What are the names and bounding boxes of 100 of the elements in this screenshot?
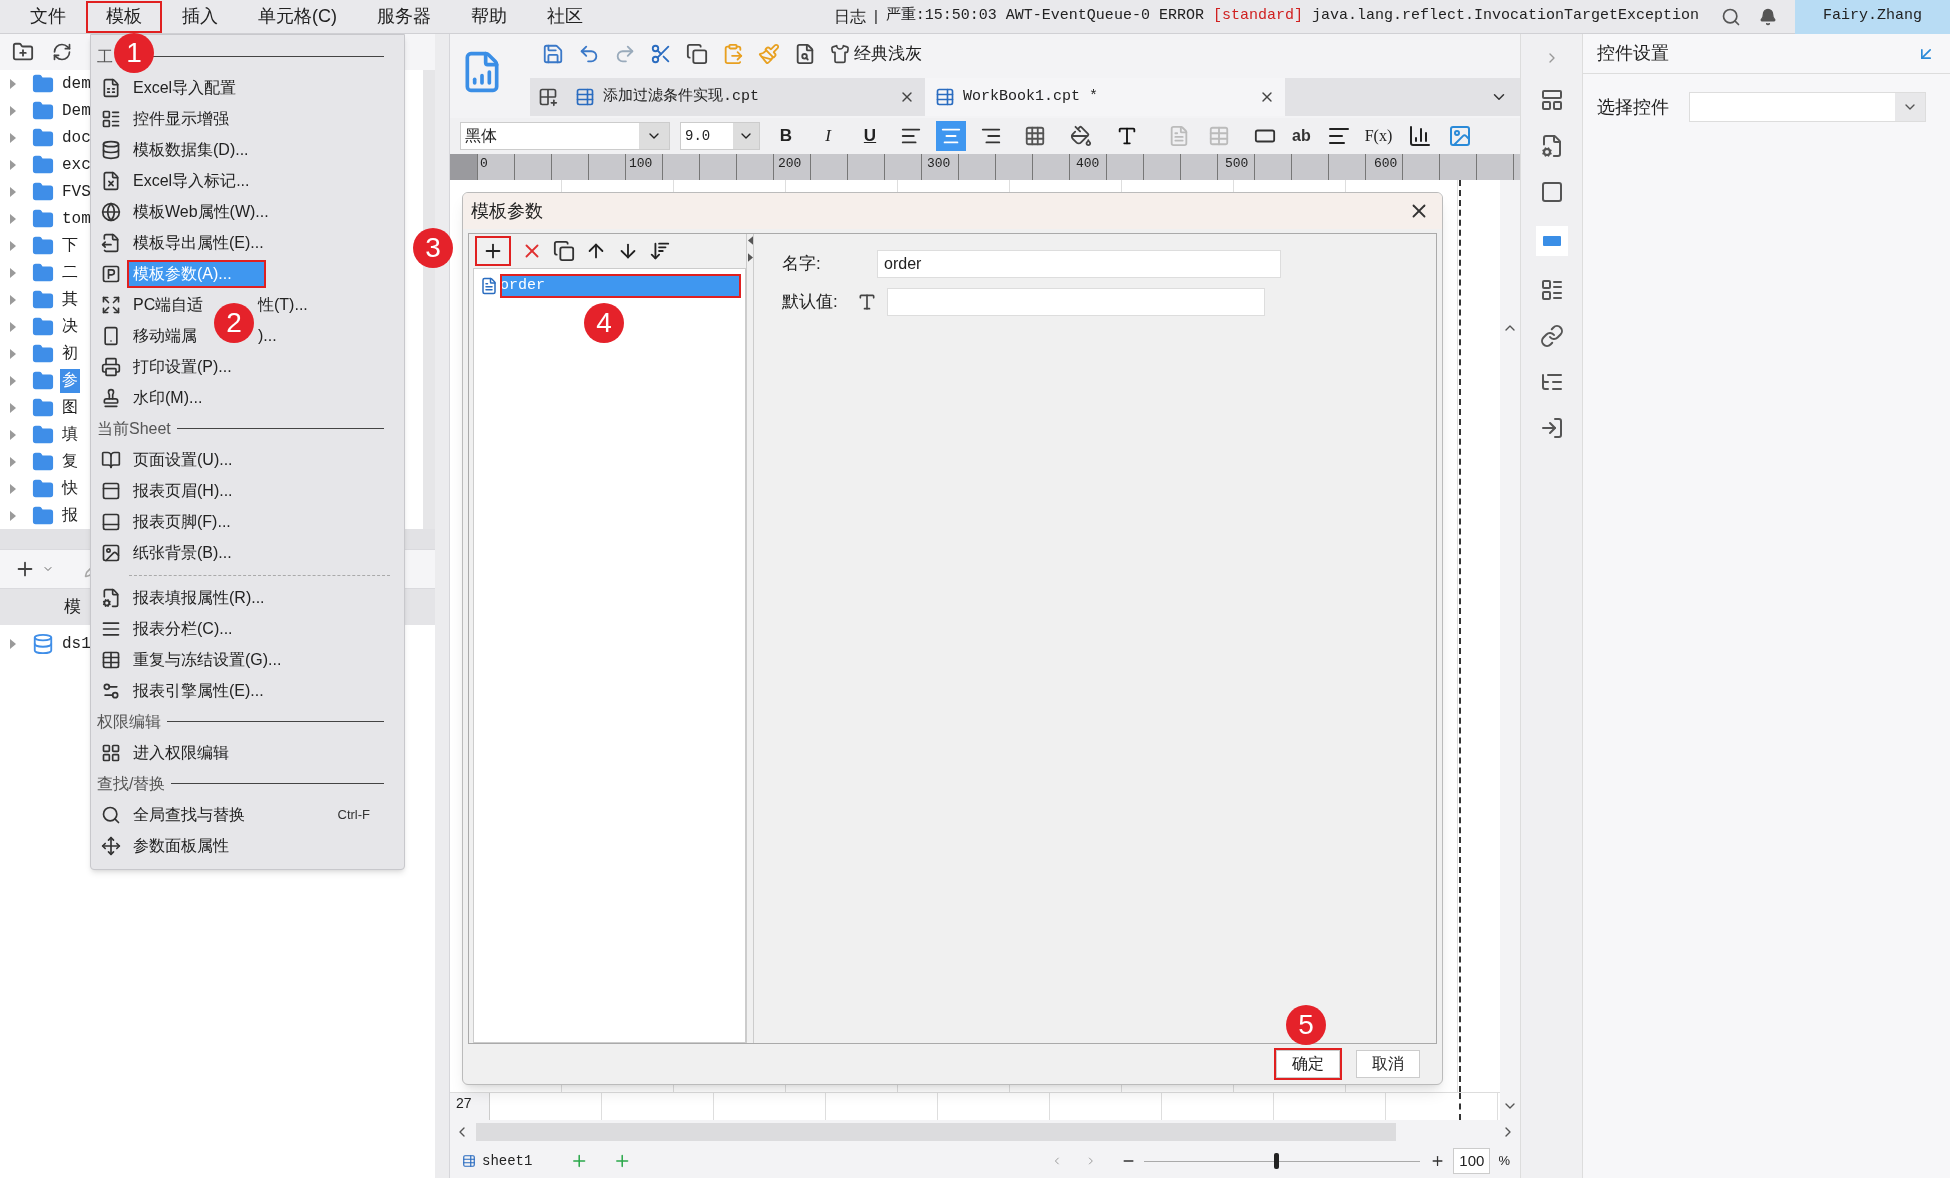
menu-item[interactable]: 重复与冻结设置(G)... xyxy=(129,647,286,672)
tree-item[interactable]: 下 xyxy=(60,233,80,258)
menu-item[interactable]: 进入权限编辑 xyxy=(129,740,233,765)
preview-icon[interactable] xyxy=(794,43,816,65)
menu-item[interactable]: 报表填报属性(R)... xyxy=(129,585,269,610)
size-select[interactable]: 9.0 xyxy=(680,122,760,150)
menu-item[interactable]: 插入 xyxy=(162,0,238,33)
tree-item[interactable]: 填 xyxy=(60,422,80,447)
menu-item[interactable]: 报表分栏(C)... xyxy=(129,616,237,641)
cut-icon[interactable] xyxy=(650,43,672,65)
expand-arrow-icon[interactable] xyxy=(10,105,16,116)
menu-item[interactable]: 模板 xyxy=(86,0,162,33)
expand-arrow-icon[interactable] xyxy=(10,639,16,649)
menu-item[interactable]: 全局查找与替换 xyxy=(129,802,249,827)
theme-button[interactable]: 经典浅灰 xyxy=(830,41,922,67)
tree-item[interactable]: FVS xyxy=(60,179,93,204)
menu-item[interactable]: 模板数据集(D)... xyxy=(129,137,253,162)
layout-icon[interactable] xyxy=(1539,88,1564,112)
expand-arrow-icon[interactable] xyxy=(10,456,16,467)
add-button[interactable] xyxy=(475,236,511,266)
expand-arrow-icon[interactable] xyxy=(10,510,16,521)
copy-icon[interactable] xyxy=(553,240,575,262)
expand-arrow-icon[interactable] xyxy=(10,294,16,305)
image-icon[interactable] xyxy=(1448,124,1473,148)
tree-item[interactable]: 快 xyxy=(60,476,80,501)
expand-arrow-icon[interactable] xyxy=(10,267,16,278)
menu-item[interactable]: PC端自适 xyxy=(129,292,208,317)
link-icon[interactable] xyxy=(1539,324,1564,348)
menu-item[interactable]: 报表引擎属性(E)... xyxy=(129,678,268,703)
text-type-icon[interactable] xyxy=(857,292,877,312)
file-settings-icon[interactable] xyxy=(1539,134,1564,158)
tree-item[interactable]: 决 xyxy=(60,314,80,339)
style-button[interactable]: B xyxy=(770,123,802,149)
refresh-icon[interactable] xyxy=(52,42,72,62)
tree-item[interactable]: Dem xyxy=(60,98,93,123)
file-tab[interactable]: WorkBook1.cpt * xyxy=(925,78,1285,116)
tree-item[interactable]: tom xyxy=(60,206,93,231)
expand-arrow-icon[interactable] xyxy=(10,429,16,440)
log-label[interactable]: 日志 xyxy=(833,4,866,29)
menu-item[interactable]: 帮助 xyxy=(451,0,527,33)
expand-arrow-icon[interactable] xyxy=(10,402,16,413)
list-icon[interactable] xyxy=(1539,278,1564,302)
tree-item[interactable]: dem xyxy=(60,71,93,96)
menu-item[interactable]: 模板导出属性(E)... xyxy=(129,230,268,255)
menu-item[interactable]: 打印设置(P)... xyxy=(129,354,236,379)
bell-icon[interactable] xyxy=(1759,7,1777,26)
save-icon[interactable] xyxy=(542,43,564,65)
copy-icon[interactable] xyxy=(686,43,708,65)
collapse-right-icon[interactable] xyxy=(747,253,753,262)
formula-button[interactable]: F(x) xyxy=(1364,124,1393,148)
zoom-field[interactable]: 100 xyxy=(1453,1148,1491,1174)
default-value-field[interactable] xyxy=(887,288,1265,316)
menu-item[interactable]: 移动端属 xyxy=(129,323,201,348)
expand-arrow-icon[interactable] xyxy=(10,132,16,143)
tree-item[interactable]: 其 xyxy=(60,287,80,312)
menu-item[interactable]: Excel导入标记... xyxy=(129,168,254,193)
dialog-button[interactable]: 确定 xyxy=(1276,1050,1340,1078)
zoom-thumb[interactable] xyxy=(1274,1153,1280,1169)
menu-item[interactable]: 社区 xyxy=(527,0,603,33)
menu-item[interactable]: 服务器 xyxy=(357,0,451,33)
expand-arrow-icon[interactable] xyxy=(10,240,16,251)
sheet-tab[interactable]: sheet1 xyxy=(460,1150,535,1172)
user-name[interactable]: Fairy.Zhang xyxy=(1795,0,1950,34)
menu-item[interactable]: 文件 xyxy=(10,0,86,33)
undo-icon[interactable] xyxy=(578,43,600,65)
font-color-icon[interactable] xyxy=(1116,125,1138,147)
tree-item[interactable]: exc xyxy=(60,152,93,177)
menu-item[interactable]: Excel导入配置 xyxy=(129,75,241,100)
import-icon[interactable] xyxy=(1539,416,1564,440)
collapse-left-icon[interactable] xyxy=(747,236,753,245)
menu-item[interactable]: 纸张背景(B)... xyxy=(129,540,236,565)
style-button[interactable]: U xyxy=(854,123,886,149)
search-icon[interactable] xyxy=(1721,6,1741,27)
tree-item[interactable]: 初 xyxy=(60,341,80,366)
label-button[interactable]: ab xyxy=(1292,124,1311,148)
chart-icon[interactable] xyxy=(1408,124,1433,148)
new-folder-icon[interactable] xyxy=(12,41,34,63)
menu-item[interactable]: 模板Web属性(W)... xyxy=(129,199,273,224)
expand-arrow-icon[interactable] xyxy=(10,213,16,224)
font-select[interactable]: 黑体 xyxy=(460,122,670,150)
square-icon[interactable] xyxy=(1539,180,1564,204)
style-button[interactable]: I xyxy=(812,123,844,149)
tree-item[interactable]: 图 xyxy=(60,395,80,420)
expand-arrow-icon[interactable] xyxy=(10,483,16,494)
menu-item[interactable]: 参数面板属性 xyxy=(129,833,233,858)
dataset-item[interactable]: ds1 xyxy=(62,632,91,656)
fill-icon[interactable] xyxy=(1070,125,1092,147)
expand-arrow-icon[interactable] xyxy=(10,348,16,359)
name-field[interactable]: order xyxy=(877,250,1281,278)
tree-item[interactable]: 报 xyxy=(60,503,80,528)
tree-item[interactable]: 二 xyxy=(60,260,80,285)
tree-item[interactable]: 复 xyxy=(60,449,80,474)
menu-item[interactable]: 水印(M)... xyxy=(129,385,207,410)
menu-item[interactable]: 页面设置(U)... xyxy=(129,447,237,472)
expand-arrow-icon[interactable] xyxy=(10,375,16,386)
expand-arrow-icon[interactable] xyxy=(10,159,16,170)
menu-item[interactable]: 报表页眉(H)... xyxy=(129,478,237,503)
add-sheet-icon[interactable] xyxy=(537,87,558,107)
expand-arrow-icon[interactable] xyxy=(10,186,16,197)
sort-icon[interactable] xyxy=(649,240,671,262)
